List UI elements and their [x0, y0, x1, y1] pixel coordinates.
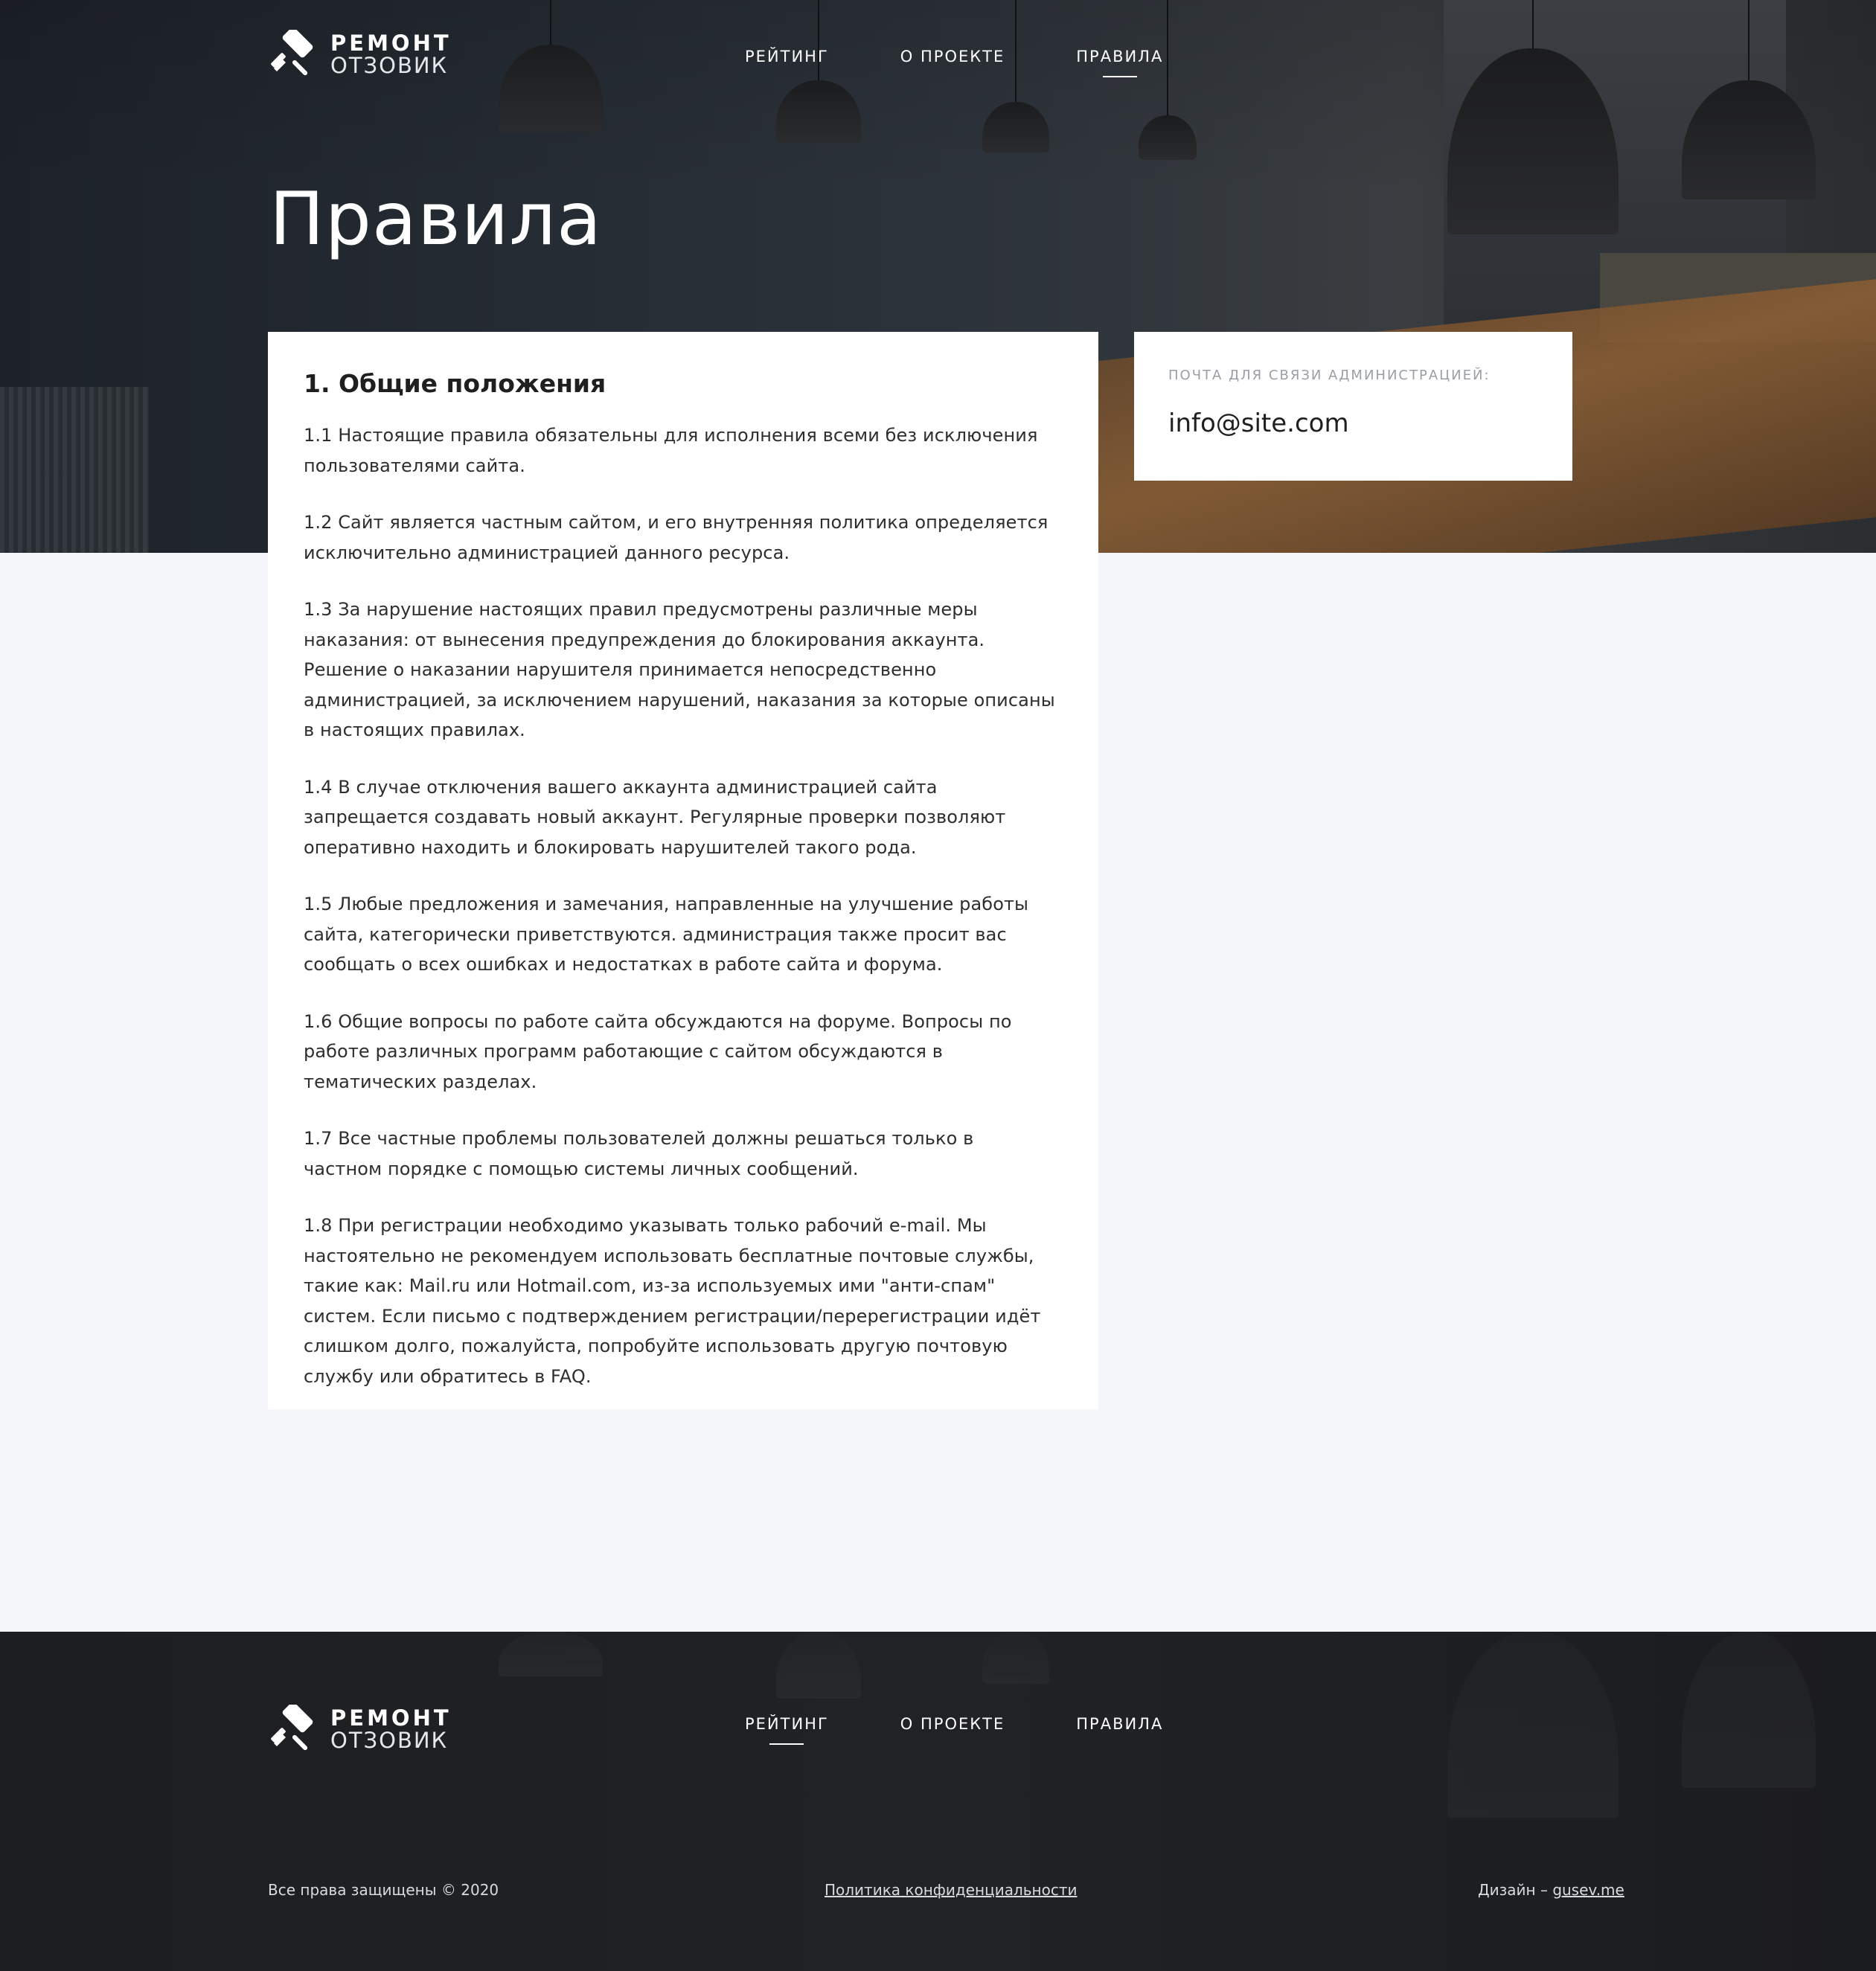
rule-paragraph: 1.2 Сайт является частным сайтом, и его … — [304, 512, 1049, 563]
page-title: Правила — [269, 177, 603, 262]
brand-name-bottom: ОТЗОВИК — [330, 53, 449, 78]
rules-card: 1. Общие положения 1.1 Настоящие правила… — [268, 332, 1098, 1409]
design-credit: Дизайн – gusev.me — [1478, 1881, 1624, 1899]
nav-link-rules[interactable]: ПРАВИЛА — [1076, 48, 1163, 65]
footer-nav-link-rules[interactable]: ПРАВИЛА — [1076, 1715, 1163, 1733]
nav-link-about[interactable]: О ПРОЕКТЕ — [900, 48, 1005, 65]
brand-logo[interactable]: РЕМОНТ ОТЗОВИК — [268, 30, 452, 79]
copyright-text: Все права защищены © 2020 — [268, 1881, 499, 1899]
contact-label: ПОЧТА ДЛЯ СВЯЗИ АДМИНИСТРАЦИЕЙ: — [1168, 368, 1491, 383]
main-nav: РЕЙТИНГ О ПРОЕКТЕ ПРАВИЛА — [745, 48, 1163, 65]
pendant-lamp — [776, 1632, 861, 1699]
design-credit-link[interactable]: gusev.me — [1552, 1881, 1624, 1899]
footer: РЕМОНТ ОТЗОВИК РЕЙТИНГ О ПРОЕКТЕ ПРАВИЛА… — [0, 1632, 1876, 1971]
hero-radiator — [0, 387, 149, 553]
contact-card: ПОЧТА ДЛЯ СВЯЗИ АДМИНИСТРАЦИЕЙ: info@sit… — [1134, 332, 1572, 481]
rule-paragraph: 1.3 За нарушение настоящих правил предус… — [304, 599, 1055, 740]
pendant-lamp — [499, 1632, 603, 1676]
pendant-lamp — [1682, 0, 1816, 199]
rule-paragraph: 1.4 В случае отключения вашего аккаунта … — [304, 776, 1006, 858]
pendant-lamp — [1447, 0, 1619, 234]
privacy-policy-link[interactable]: Политика конфиденциальности — [825, 1881, 1078, 1899]
brand-name-bottom: ОТЗОВИК — [330, 1728, 449, 1753]
rule-paragraph: 1.1 Настоящие правила обязательны для ис… — [304, 425, 1038, 476]
pendant-lamp — [982, 0, 1049, 153]
nav-link-rating[interactable]: РЕЙТИНГ — [745, 48, 829, 65]
footer-nav: РЕЙТИНГ О ПРОЕКТЕ ПРАВИЛА — [745, 1715, 1163, 1733]
pendant-lamp — [776, 0, 861, 143]
pendant-lamp — [982, 1632, 1049, 1684]
paint-roller-icon — [271, 1705, 313, 1751]
design-credit-prefix: Дизайн – — [1478, 1881, 1553, 1899]
rules-section-heading: 1. Общие положения — [304, 369, 606, 398]
rule-paragraph: 1.5 Любые предложения и замечания, напра… — [304, 894, 1029, 975]
pendant-lamp — [1682, 1632, 1816, 1788]
rule-paragraph: 1.8 При регистрации необходимо указывать… — [304, 1215, 1041, 1387]
contact-email-link[interactable]: info@site.com — [1168, 408, 1349, 438]
rule-paragraph: 1.6 Общие вопросы по работе сайта обсужд… — [304, 1010, 1012, 1092]
brand-name-top: РЕМОНТ — [330, 30, 452, 56]
rule-paragraph: 1.7 Все частные проблемы пользователей д… — [304, 1128, 974, 1179]
paint-roller-icon — [271, 30, 313, 76]
brand-name-top: РЕМОНТ — [330, 1705, 452, 1731]
privacy-policy-wrap: Политика конфиденциальности — [825, 1881, 1078, 1899]
pendant-lamp — [499, 0, 603, 132]
footer-brand-logo[interactable]: РЕМОНТ ОТЗОВИК — [268, 1705, 452, 1754]
pendant-lamp — [1447, 1632, 1619, 1818]
footer-nav-link-about[interactable]: О ПРОЕКТЕ — [900, 1715, 1005, 1733]
footer-nav-link-rating[interactable]: РЕЙТИНГ — [745, 1715, 829, 1733]
pendant-lamp — [1139, 0, 1197, 160]
